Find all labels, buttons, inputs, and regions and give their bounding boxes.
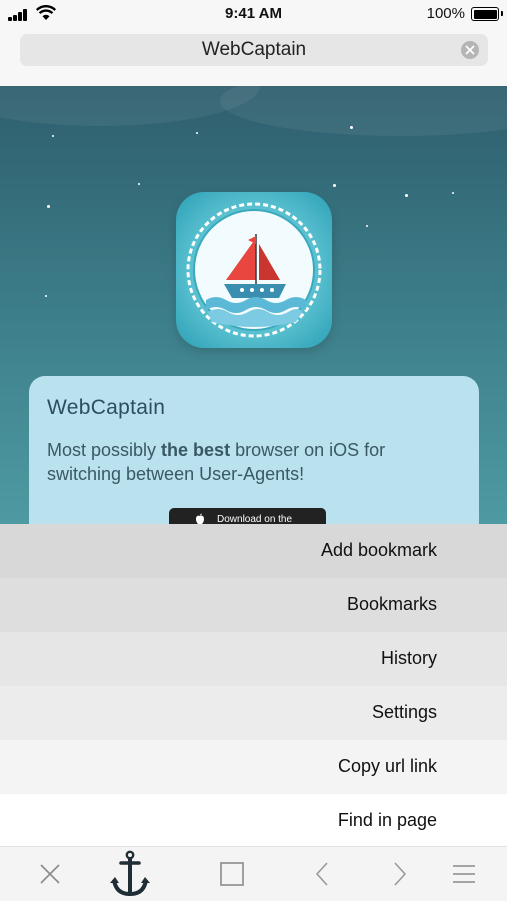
menu-item-label[interactable]: Bookmarks: [347, 594, 437, 615]
status-bar: 9:41 AM 100%: [0, 0, 507, 28]
menu-item-bookmarks[interactable]: Bookmarks: [0, 578, 507, 632]
menu-item-label[interactable]: History: [381, 648, 437, 669]
address-bar-title[interactable]: WebCaptain: [20, 39, 488, 61]
menu-item-label[interactable]: Settings: [372, 702, 437, 723]
menu-item-label[interactable]: Find in page: [338, 810, 437, 831]
app-store-button-label[interactable]: Download on the: [217, 514, 292, 524]
clear-icon[interactable]: [461, 41, 479, 59]
app-store-button[interactable]: Download on the: [169, 508, 326, 524]
address-bar-area: WebCaptain: [0, 28, 507, 86]
menu-item-history[interactable]: History: [0, 632, 507, 686]
menu-item-label[interactable]: Copy url link: [338, 756, 437, 777]
tabs-icon[interactable]: [207, 847, 257, 901]
web-content[interactable]: WebCaptain Most possibly the best browse…: [0, 86, 507, 524]
menu-item-label[interactable]: Add bookmark: [321, 540, 437, 561]
back-icon[interactable]: [297, 847, 347, 901]
apple-icon: [196, 513, 204, 524]
battery-icon: [471, 7, 503, 21]
desc-text-bold: the best: [161, 440, 231, 460]
desc-text-start: Most possibly: [47, 440, 162, 460]
menu-item-add-bookmark[interactable]: Add bookmark: [0, 524, 507, 578]
close-icon[interactable]: [25, 847, 75, 901]
app-logo: [176, 192, 332, 348]
menu-item-find-in-page[interactable]: Find in page: [0, 794, 507, 848]
context-menu: Add bookmark Bookmarks History Settings …: [0, 524, 507, 848]
forward-icon[interactable]: [375, 847, 425, 901]
menu-item-copy-url-link[interactable]: Copy url link: [0, 740, 507, 794]
card-title: WebCaptain: [47, 396, 166, 419]
anchor-icon[interactable]: [105, 847, 155, 901]
address-bar[interactable]: WebCaptain: [20, 34, 488, 66]
menu-icon[interactable]: [439, 847, 489, 901]
promo-card: WebCaptain Most possibly the best browse…: [29, 376, 479, 524]
menu-item-settings[interactable]: Settings: [0, 686, 507, 740]
card-description: Most possibly the best browser on iOS fo…: [47, 438, 457, 486]
bottom-toolbar: [0, 846, 507, 901]
battery-percentage: 100%: [426, 5, 465, 22]
